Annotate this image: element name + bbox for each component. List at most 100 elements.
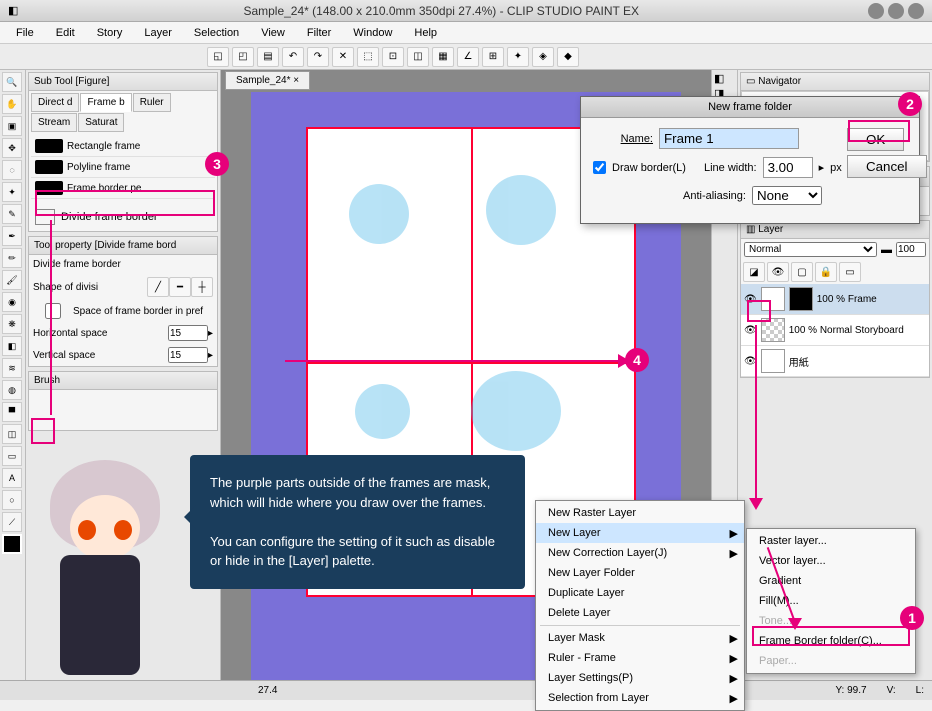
eye-icon[interactable]: 👁 [744, 294, 757, 305]
menu-view[interactable]: View [251, 24, 295, 42]
subtab-saturat[interactable]: Saturat [78, 113, 124, 132]
vspace-label: Vertical space [33, 350, 168, 361]
ctx-ruler-frame[interactable]: Ruler - Frame▶ [536, 648, 744, 668]
toolprop-panel: Tool property [Divide frame bord Divide … [28, 236, 218, 367]
tool-picker-icon[interactable]: ✎ [2, 204, 22, 224]
tb-grid-icon[interactable]: ▦ [432, 47, 454, 67]
tool-move-icon[interactable]: ✋ [2, 94, 22, 114]
tb-new-icon[interactable]: ◱ [207, 47, 229, 67]
vspace-input[interactable] [168, 347, 208, 363]
ctx-frame-border-folder[interactable]: Frame Border folder(C)... [747, 631, 915, 651]
space-checkbox[interactable] [33, 303, 73, 319]
layer-btn5-icon[interactable]: ▭ [839, 262, 861, 282]
chevron-icon[interactable]: ▸ [819, 161, 825, 174]
document-tab[interactable]: Sample_24* × [225, 71, 310, 90]
tb-redo-icon[interactable]: ↷ [307, 47, 329, 67]
tb-ref-icon[interactable]: ◫ [407, 47, 429, 67]
line-width-input[interactable] [763, 157, 813, 178]
shape-b-icon[interactable]: ┼ [191, 277, 213, 297]
subtool-divide-frame[interactable]: Divide frame border [31, 205, 215, 229]
tool-moveobj-icon[interactable]: ✥ [2, 138, 22, 158]
close-tab-icon[interactable]: × [293, 75, 299, 86]
ctx-new-folder[interactable]: New Layer Folder [536, 563, 744, 583]
tb-save-icon[interactable]: ▤ [257, 47, 279, 67]
tool-pencil-icon[interactable]: ✏ [2, 248, 22, 268]
tool-wand-icon[interactable]: ✦ [2, 182, 22, 202]
close-button[interactable] [908, 3, 924, 19]
menu-story[interactable]: Story [87, 24, 133, 42]
subtool-poly-frame[interactable]: Polyline frame [31, 157, 215, 178]
draw-border-checkbox[interactable] [593, 161, 606, 174]
shape-v-icon[interactable]: ━ [169, 277, 191, 297]
tool-marquee-icon[interactable]: ◌ [2, 160, 22, 180]
tb-snap1-icon[interactable]: ∠ [457, 47, 479, 67]
cancel-button[interactable]: Cancel [847, 155, 927, 178]
ctx-fill[interactable]: Fill(M)... [747, 591, 915, 611]
tb-undo-icon[interactable]: ↶ [282, 47, 304, 67]
layer-item-frame[interactable]: 👁 100 % Frame [741, 284, 929, 315]
tb-open-icon[interactable]: ◰ [232, 47, 254, 67]
menu-file[interactable]: File [6, 24, 44, 42]
tool-air-icon[interactable]: ◉ [2, 292, 22, 312]
blend-mode-select[interactable]: Normal [744, 242, 877, 257]
menu-window[interactable]: Window [343, 24, 402, 42]
aa-select[interactable]: None [752, 186, 822, 205]
tool-eraser-icon[interactable]: ◧ [2, 336, 22, 356]
ctx-new-layer[interactable]: New Layer▶ [536, 523, 744, 543]
ctx-new-correction[interactable]: New Correction Layer(J)▶ [536, 543, 744, 563]
ok-button[interactable]: OK [847, 128, 904, 151]
ctx-layer-settings[interactable]: Layer Settings(P)▶ [536, 668, 744, 688]
ctx-delete[interactable]: Delete Layer [536, 603, 744, 623]
minimize-button[interactable] [868, 3, 884, 19]
tb-zoom-icon[interactable]: ⊡ [382, 47, 404, 67]
tb-csp-icon[interactable]: ◆ [557, 47, 579, 67]
tool-zoom-icon[interactable]: 🔍 [2, 72, 22, 92]
tool-operation-icon[interactable]: ▣ [2, 116, 22, 136]
rtool-1-icon[interactable]: ◧ [714, 72, 735, 85]
tb-snap2-icon[interactable]: ⊞ [482, 47, 504, 67]
subtab-stream[interactable]: Stream [31, 113, 77, 132]
ctx-selection-from[interactable]: Selection from Layer▶ [536, 688, 744, 708]
subtool-frame-border-pen[interactable]: Frame border pe [31, 178, 215, 199]
tool-pen-icon[interactable]: ✒ [2, 226, 22, 246]
layer-item-storyboard[interactable]: 👁 100 % Normal Storyboard [741, 315, 929, 346]
menu-help[interactable]: Help [404, 24, 447, 42]
menu-filter[interactable]: Filter [297, 24, 341, 42]
tool-brush-icon[interactable]: 🖌 [2, 270, 22, 290]
tool-deco-icon[interactable]: ❋ [2, 314, 22, 334]
subtab-frame[interactable]: Frame b [80, 93, 131, 112]
menu-selection[interactable]: Selection [184, 24, 249, 42]
menu-edit[interactable]: Edit [46, 24, 85, 42]
maximize-button[interactable] [888, 3, 904, 19]
opacity-input[interactable] [896, 242, 926, 257]
shape-h-icon[interactable]: ╱ [147, 277, 169, 297]
menu-layer[interactable]: Layer [134, 24, 182, 42]
tb-sel-icon[interactable]: ⬚ [357, 47, 379, 67]
layer-btn2-icon[interactable]: 👁 [767, 262, 789, 282]
ctx-gradient[interactable]: Gradient [747, 571, 915, 591]
ctx-raster-layer[interactable]: Raster layer... [747, 531, 915, 551]
chevron-icon[interactable]: ▸ [208, 350, 213, 361]
ctx-layer-mask[interactable]: Layer Mask▶ [536, 628, 744, 648]
subtab-direct[interactable]: Direct d [31, 93, 79, 112]
chevron-icon[interactable]: ▸ [208, 328, 213, 339]
tb-snap3-icon[interactable]: ✦ [507, 47, 529, 67]
tool-figure-icon[interactable]: ◫ [2, 424, 22, 444]
separator [540, 625, 740, 626]
layer-btn4-icon[interactable]: 🔒 [815, 262, 837, 282]
layer-btn1-icon[interactable]: ◪ [743, 262, 765, 282]
tb-3d-icon[interactable]: ◈ [532, 47, 554, 67]
subtool-rect-frame[interactable]: Rectangle frame [31, 136, 215, 157]
layer-btn3-icon[interactable]: ▢ [791, 262, 813, 282]
tb-clear-icon[interactable]: ✕ [332, 47, 354, 67]
layer-item-paper[interactable]: 👁 用紙 [741, 346, 929, 377]
ctx-new-raster[interactable]: New Raster Layer [536, 503, 744, 523]
tool-fill-icon[interactable]: ◍ [2, 380, 22, 400]
subtab-ruler[interactable]: Ruler [133, 93, 171, 112]
tool-blend-icon[interactable]: ≋ [2, 358, 22, 378]
tool-grad-icon[interactable]: ▀ [2, 402, 22, 422]
ctx-duplicate[interactable]: Duplicate Layer [536, 583, 744, 603]
name-input[interactable] [659, 128, 799, 149]
hspace-input[interactable] [168, 325, 208, 341]
hspace-label: Horizontal space [33, 328, 168, 339]
